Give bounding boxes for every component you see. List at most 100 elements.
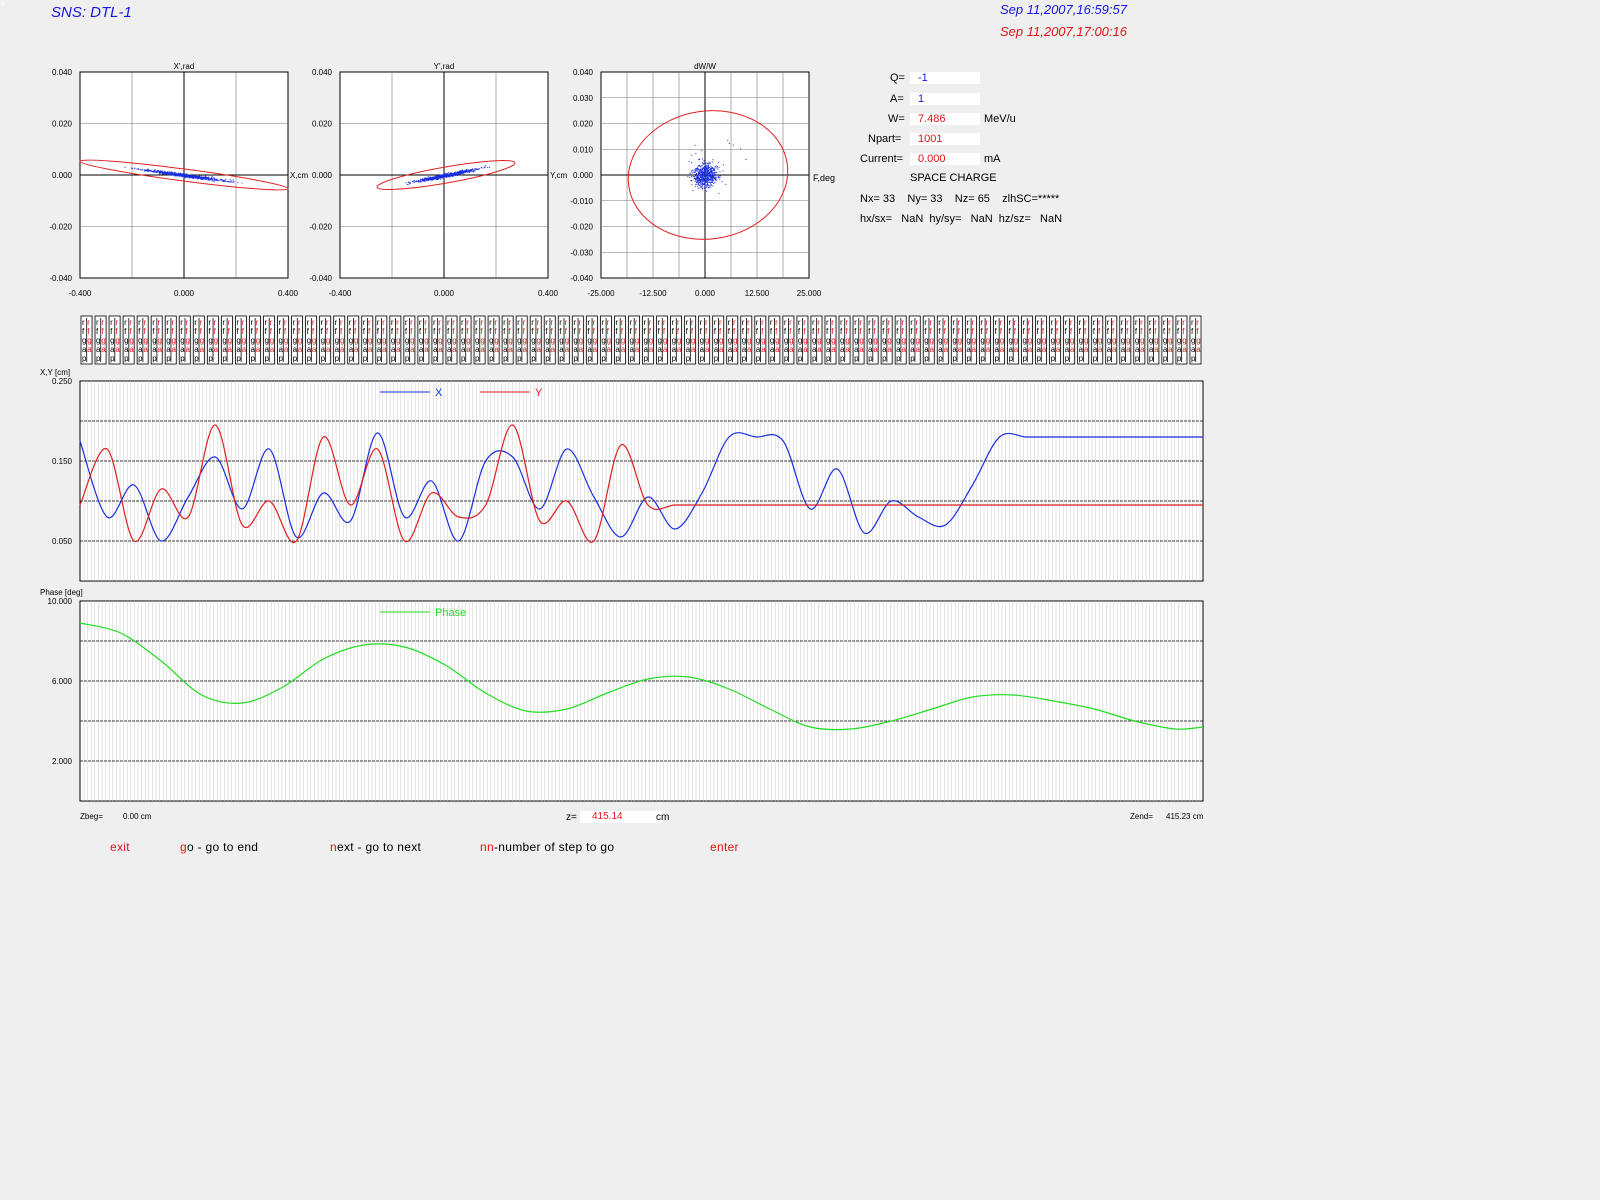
current-field[interactable]: 0.000 bbox=[910, 153, 980, 165]
particle bbox=[462, 170, 464, 172]
element-letter: p bbox=[419, 354, 424, 363]
element-letter: r bbox=[930, 318, 933, 327]
particle bbox=[714, 169, 716, 171]
space-charge-heading: SPACE CHARGE bbox=[910, 172, 997, 184]
particle bbox=[139, 169, 141, 171]
particle bbox=[710, 182, 712, 184]
element-letter: g bbox=[873, 336, 877, 345]
element-letter: a bbox=[508, 345, 513, 354]
element-letter: a bbox=[887, 345, 892, 354]
q-field[interactable]: -1 bbox=[910, 72, 980, 84]
element-letter: g bbox=[615, 336, 619, 345]
particle bbox=[728, 142, 730, 144]
particle bbox=[184, 176, 186, 178]
particle bbox=[714, 173, 716, 175]
y-tick-label: -0.040 bbox=[49, 274, 72, 283]
element-letter: g bbox=[545, 336, 549, 345]
go-command[interactable]: go - go to end bbox=[180, 840, 258, 854]
particle bbox=[434, 177, 436, 179]
y-axis-label: Phase [deg] bbox=[40, 588, 83, 597]
particle bbox=[192, 176, 194, 178]
element-letter: g bbox=[840, 336, 844, 345]
particle bbox=[722, 170, 724, 172]
particle bbox=[445, 172, 447, 174]
element-letter: g bbox=[916, 336, 920, 345]
particle bbox=[706, 175, 708, 177]
exit-key: exit bbox=[110, 840, 130, 854]
y-tick-label: 0.000 bbox=[573, 171, 594, 180]
particle bbox=[700, 171, 702, 173]
npart-field[interactable]: 1001 bbox=[910, 133, 980, 145]
element-letter: a bbox=[972, 345, 977, 354]
particle bbox=[702, 188, 704, 190]
element-letter: a bbox=[405, 345, 410, 354]
element-letter: p bbox=[587, 354, 592, 363]
particle bbox=[186, 175, 188, 177]
particle bbox=[702, 179, 704, 181]
element-letter: a bbox=[87, 345, 92, 354]
legend-label: Y bbox=[535, 387, 543, 399]
particle bbox=[699, 168, 701, 170]
element-letter: r bbox=[1182, 318, 1185, 327]
element-letter: p bbox=[1191, 354, 1196, 363]
particle bbox=[691, 169, 693, 171]
particle bbox=[483, 167, 485, 169]
y-tick-label: 0.040 bbox=[312, 68, 333, 77]
element-letter: p bbox=[461, 354, 466, 363]
element-letter: g bbox=[672, 336, 676, 345]
element-letter: a bbox=[326, 345, 331, 354]
element-letter: p bbox=[658, 354, 663, 363]
particle bbox=[701, 165, 703, 167]
enter-command[interactable]: enter bbox=[710, 840, 739, 854]
element-letter: p bbox=[377, 354, 382, 363]
particle bbox=[169, 174, 171, 176]
element-letter: g bbox=[621, 336, 625, 345]
particle bbox=[708, 179, 710, 181]
element-letter: g bbox=[1065, 336, 1069, 345]
particle bbox=[465, 171, 467, 173]
particle bbox=[155, 170, 157, 172]
particle bbox=[710, 174, 712, 176]
particle bbox=[707, 168, 709, 170]
particle bbox=[708, 163, 710, 165]
nn-command[interactable]: nn-number of step to go bbox=[480, 840, 614, 854]
particle bbox=[691, 162, 693, 164]
next-command[interactable]: next - go to next bbox=[330, 840, 421, 854]
particle bbox=[694, 180, 696, 182]
element-letter: a bbox=[452, 345, 457, 354]
particle bbox=[696, 170, 698, 172]
particle bbox=[703, 178, 705, 180]
element-letter: a bbox=[629, 345, 634, 354]
element-letter: g bbox=[994, 336, 998, 345]
particle bbox=[714, 166, 716, 168]
particle bbox=[205, 176, 207, 178]
element-letter: a bbox=[264, 345, 269, 354]
element-letter: r bbox=[110, 318, 113, 327]
element-letter: g bbox=[475, 336, 479, 345]
particle bbox=[695, 179, 697, 181]
particle bbox=[446, 176, 448, 178]
element-letter: p bbox=[728, 354, 733, 363]
particle bbox=[212, 180, 214, 182]
y-tick-label: -0.040 bbox=[570, 274, 593, 283]
particle bbox=[709, 181, 711, 183]
a-field[interactable]: 1 bbox=[910, 93, 980, 105]
particle bbox=[435, 178, 437, 180]
particle bbox=[708, 181, 710, 183]
particle bbox=[176, 174, 178, 176]
exit-command[interactable]: exit bbox=[110, 840, 130, 854]
element-letter: g bbox=[419, 336, 423, 345]
element-letter: r bbox=[382, 318, 385, 327]
particle bbox=[436, 177, 438, 179]
element-letter: r bbox=[214, 318, 217, 327]
w-field[interactable]: 7.486 bbox=[910, 113, 980, 125]
particle bbox=[706, 168, 708, 170]
particle bbox=[704, 164, 706, 166]
particle bbox=[124, 166, 126, 168]
element-letter: a bbox=[565, 345, 570, 354]
element-letter: r bbox=[868, 318, 871, 327]
z-field[interactable]: 415.14 bbox=[580, 811, 662, 823]
particle bbox=[452, 174, 454, 176]
element-letter: r bbox=[607, 318, 610, 327]
particle bbox=[175, 173, 177, 175]
